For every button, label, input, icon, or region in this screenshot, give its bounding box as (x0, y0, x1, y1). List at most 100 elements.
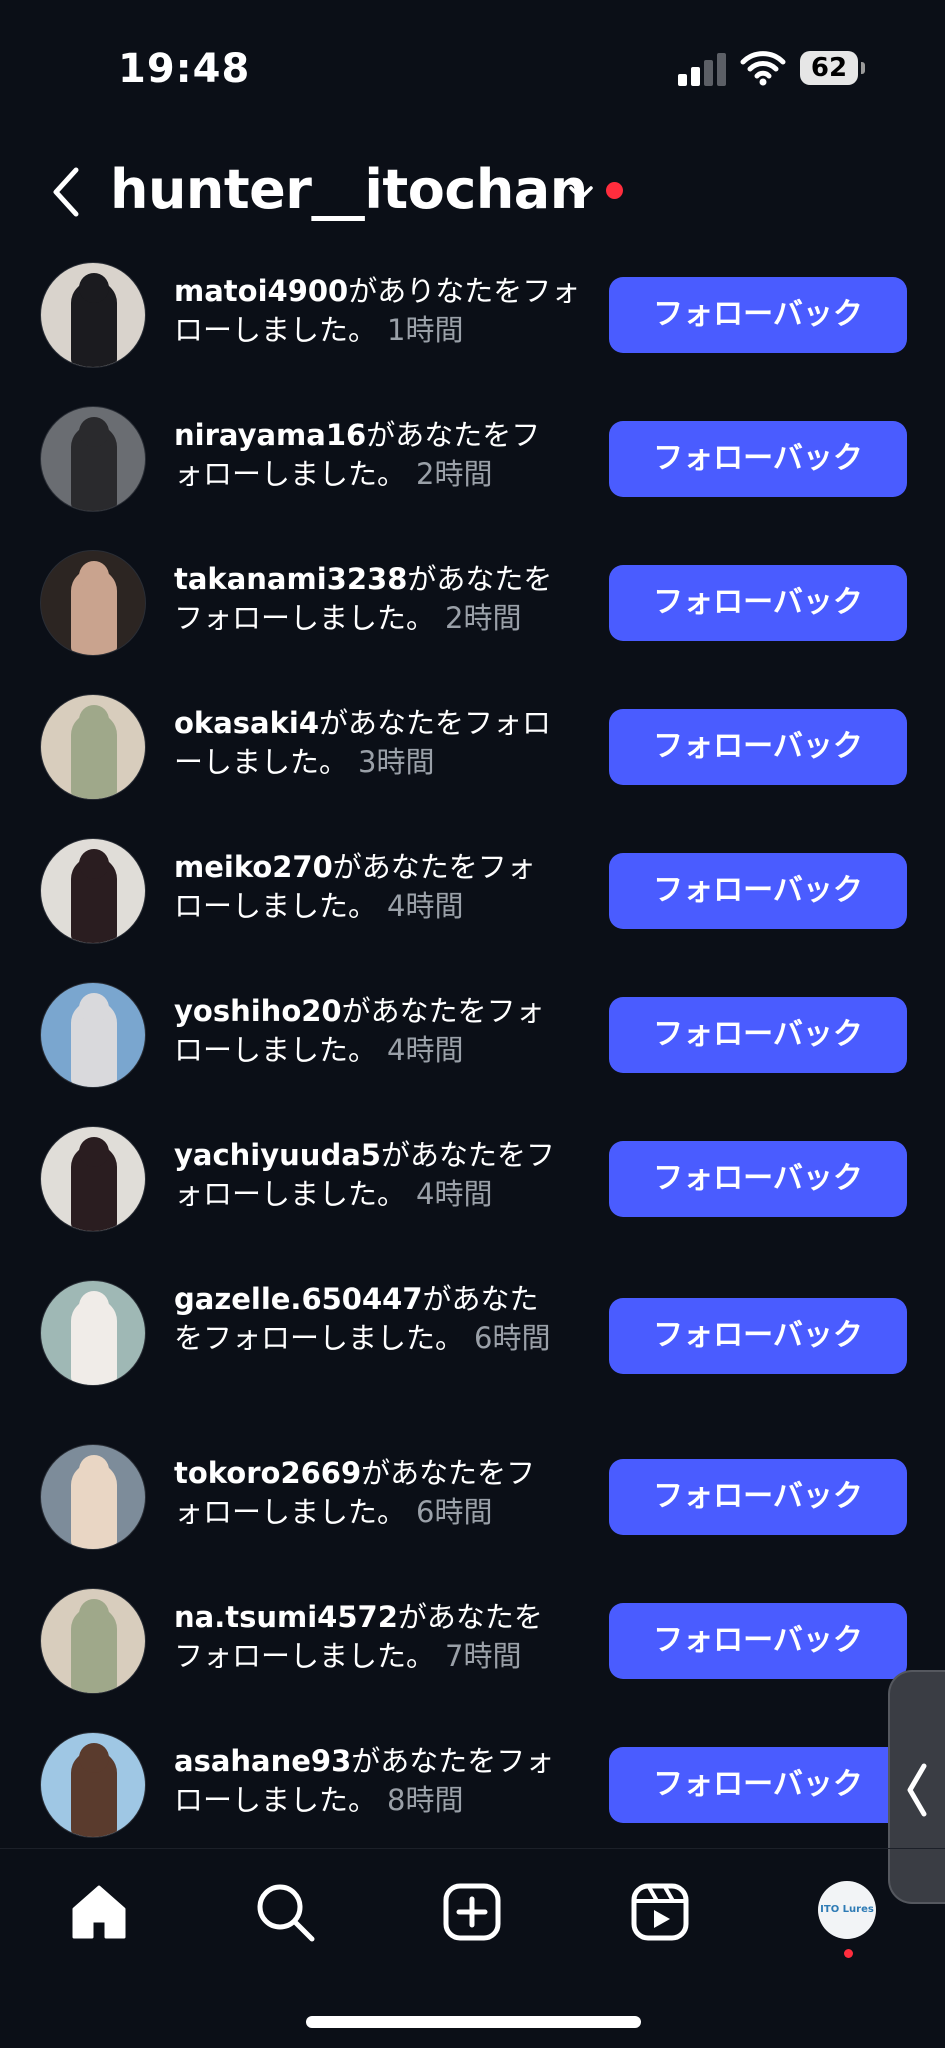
follow-back-button[interactable]: フォローバック (609, 709, 907, 785)
back-arrow-icon[interactable] (46, 162, 86, 222)
follower-avatar[interactable] (40, 838, 146, 944)
avatar-photo-head (79, 417, 109, 447)
notification-text-line-2: ローしました。 (174, 1783, 378, 1817)
notification-text: meiko270があなたをフォローしました。 4時間 (174, 848, 584, 926)
notification-text-line-2: フォローしました。 (174, 601, 436, 635)
notification-time: 2時間 (416, 457, 493, 491)
follower-username[interactable]: yoshiho20 (174, 994, 342, 1028)
follow-back-button[interactable]: フォローバック (609, 565, 907, 641)
notification-text: yoshiho20があなたをフォローしました。 4時間 (174, 992, 584, 1070)
notification-time: 6時間 (474, 1321, 551, 1355)
follow-back-button[interactable]: フォローバック (609, 421, 907, 497)
notification-text-line-2: フォローしました。 (174, 1639, 436, 1673)
notification-time: 3時間 (358, 745, 435, 779)
notification-text-line-2: をフォローしました。 (174, 1321, 465, 1355)
notification-text-line-1: があなたを (397, 1600, 543, 1634)
status-bar: 19:48 62 (0, 0, 945, 140)
follower-avatar[interactable] (40, 1126, 146, 1232)
follower-avatar[interactable] (40, 262, 146, 368)
notification-time: 1時間 (387, 313, 464, 347)
reels-icon[interactable] (627, 1879, 693, 1945)
notification-time: 4時間 (387, 1033, 464, 1067)
notification-text: na.tsumi4572があなたをフォローしました。 7時間 (174, 1598, 584, 1676)
notification-text-line-2: ローしました。 (174, 1033, 378, 1067)
follow-back-button[interactable]: フォローバック (609, 1298, 907, 1374)
follow-back-button[interactable]: フォローバック (609, 997, 907, 1073)
follower-username[interactable]: meiko270 (174, 850, 333, 884)
notification-text-line-2: ォローしました。 (174, 457, 407, 491)
follower-avatar[interactable] (40, 1280, 146, 1386)
follower-avatar[interactable] (40, 406, 146, 512)
avatar-photo-head (79, 993, 109, 1023)
chevron-left-icon (907, 1763, 927, 1817)
home-indicator (306, 2016, 641, 2028)
avatar-photo-head (79, 1599, 109, 1629)
follow-back-button[interactable]: フォローバック (609, 1141, 907, 1217)
avatar-photo-head (79, 1455, 109, 1485)
notification-text-line-1: があなた (422, 1282, 539, 1316)
notification-text-line-1: があなたをフォロ (319, 706, 552, 740)
follower-username[interactable]: nirayama16 (174, 418, 366, 452)
notification-time: 4時間 (387, 889, 464, 923)
notification-text: takanami3238があなたをフォローしました。 2時間 (174, 560, 584, 638)
notification-text: gazelle.650447があなたをフォローしました。 6時間 (174, 1280, 584, 1358)
follower-avatar[interactable] (40, 1732, 146, 1838)
follower-username[interactable]: yachiyuuda5 (174, 1138, 381, 1172)
status-time: 19:48 (118, 46, 251, 92)
follower-username[interactable]: takanami3238 (174, 562, 407, 596)
account-switcher-title[interactable]: hunter__itochan (110, 158, 588, 221)
chevron-down-icon[interactable] (566, 178, 596, 208)
notification-text-line-1: があなたをフォ (332, 850, 536, 884)
notification-text: matoi4900がありなたをフォローしました。 1時間 (174, 272, 584, 350)
follower-avatar[interactable] (40, 1588, 146, 1694)
follow-back-button[interactable]: フォローバック (609, 1603, 907, 1679)
avatar-photo-head (79, 273, 109, 303)
avatar-photo-head (79, 561, 109, 591)
notification-text: nirayama16があなたをフォローしました。 2時間 (174, 416, 584, 494)
notification-text-line-1: があなたをフ (380, 1138, 555, 1172)
follow-back-button[interactable]: フォローバック (609, 1747, 907, 1823)
profile-tab-avatar[interactable]: ITO Lures (818, 1881, 876, 1939)
follower-avatar[interactable] (40, 982, 146, 1088)
follower-username[interactable]: matoi4900 (174, 274, 348, 308)
follower-username[interactable]: okasaki4 (174, 706, 319, 740)
notification-text-line-2: ーしました。 (174, 745, 349, 779)
notification-time: 2時間 (445, 601, 522, 635)
notification-text-line-1: があなたをフォ (351, 1744, 555, 1778)
follower-avatar[interactable] (40, 550, 146, 656)
search-icon[interactable] (252, 1879, 318, 1945)
follow-back-button[interactable]: フォローバック (609, 1459, 907, 1535)
notification-text-line-2: ォローしました。 (174, 1495, 407, 1529)
bottom-tab-bar: ITO Lures (0, 1848, 945, 1979)
notification-time: 6時間 (416, 1495, 493, 1529)
notification-time: 8時間 (387, 1783, 464, 1817)
avatar-photo-head (79, 705, 109, 735)
follower-username[interactable]: tokoro2669 (174, 1456, 361, 1490)
notification-text-line-2: ローしました。 (174, 313, 378, 347)
follower-username[interactable]: gazelle.650447 (174, 1282, 423, 1316)
notification-time: 4時間 (416, 1177, 493, 1211)
follow-back-button[interactable]: フォローバック (609, 853, 907, 929)
follower-username[interactable]: na.tsumi4572 (174, 1600, 398, 1634)
notification-text-line-1: があなたをフォ (341, 994, 545, 1028)
follower-username[interactable]: asahane93 (174, 1744, 351, 1778)
notification-text-line-2: ローしました。 (174, 889, 378, 923)
notification-text-line-1: がありなたをフォ (348, 274, 581, 308)
follower-avatar[interactable] (40, 694, 146, 800)
notification-text-line-1: があなたをフ (361, 1456, 536, 1490)
notification-text: tokoro2669があなたをフォローしました。 6時間 (174, 1454, 584, 1532)
notification-text-line-1: があなたを (407, 562, 553, 596)
notification-text-line-2: ォローしました。 (174, 1177, 407, 1211)
notification-text: asahane93があなたをフォローしました。 8時間 (174, 1742, 584, 1820)
follower-avatar[interactable] (40, 1444, 146, 1550)
notification-text-line-1: があなたをフ (366, 418, 541, 452)
create-post-icon[interactable] (439, 1879, 505, 1945)
avatar-photo-head (79, 849, 109, 879)
notification-text: yachiyuuda5があなたをフォローしました。 4時間 (174, 1136, 584, 1214)
follow-back-button[interactable]: フォローバック (609, 277, 907, 353)
wifi-icon (740, 51, 786, 86)
notification-time: 7時間 (445, 1639, 522, 1673)
home-icon[interactable] (66, 1879, 132, 1945)
battery-indicator: 62 (800, 51, 858, 85)
notification-text: okasaki4があなたをフォローしました。 3時間 (174, 704, 584, 782)
